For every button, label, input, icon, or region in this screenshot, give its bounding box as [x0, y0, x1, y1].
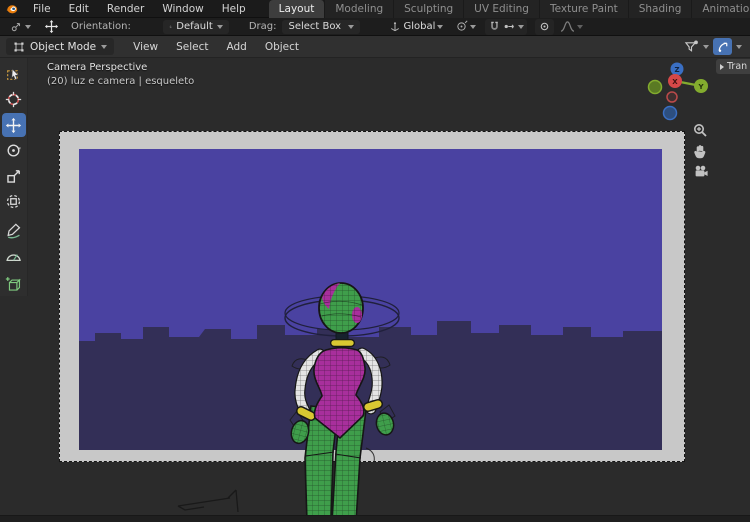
- orientation-value: Default: [176, 21, 213, 32]
- svg-text:Y: Y: [697, 83, 704, 91]
- add-menu[interactable]: Add: [217, 41, 255, 53]
- pan-hand-icon[interactable]: [692, 143, 708, 159]
- workspace-tab-layout[interactable]: Layout: [269, 0, 326, 18]
- blender-window: File Edit Render Window Help Layout Mode…: [0, 0, 750, 522]
- gizmos-icon: [717, 41, 729, 53]
- viewport-header-right: [684, 38, 750, 55]
- drag-value: Select Box: [288, 21, 344, 32]
- menu-edit[interactable]: Edit: [60, 0, 98, 18]
- drag-label: Drag:: [249, 21, 277, 32]
- workspace-tab-animation[interactable]: Animation: [692, 0, 750, 18]
- blender-logo-icon: [5, 2, 18, 15]
- global-axes-icon: [389, 21, 401, 33]
- chevron-down-icon: [101, 45, 107, 49]
- transform-orientation-value: Global: [403, 21, 435, 32]
- gizmos-toggle-button[interactable]: [713, 38, 732, 55]
- menu-help[interactable]: Help: [213, 0, 255, 18]
- proportional-editing-group: [535, 19, 554, 35]
- axes-icon: [169, 21, 172, 32]
- tool-settings-bar: Orientation: Default Drag: Select Box Gl…: [0, 18, 750, 36]
- navigation-gizmo: Z X Y: [640, 55, 720, 130]
- scene-collection-label: (20) luz e camera | esqueleto: [47, 76, 194, 87]
- move-gizmo-icon[interactable]: [44, 19, 59, 34]
- menu-file[interactable]: File: [24, 0, 60, 18]
- object-mode-icon: [13, 41, 25, 53]
- snapping-group: [485, 19, 527, 35]
- sidebar-tab-label: Tran: [727, 59, 747, 74]
- chevron-down-icon: [25, 25, 31, 29]
- workspace-tab-texture-paint[interactable]: Texture Paint: [540, 0, 629, 18]
- top-menubar: File Edit Render Window Help Layout Mode…: [0, 0, 750, 18]
- chevron-down-icon: [437, 25, 443, 29]
- transform-orientation-dropdown[interactable]: Global: [386, 19, 446, 35]
- zoom-control-icon[interactable]: [692, 122, 708, 138]
- workspace-tab-shading[interactable]: Shading: [629, 0, 693, 18]
- chevron-down-icon: [217, 25, 223, 29]
- character-head: [319, 283, 363, 333]
- select-menu[interactable]: Select: [167, 41, 217, 53]
- viewport-header: Object Mode View Select Add Object: [0, 36, 750, 58]
- active-tool-options-dropdown[interactable]: [6, 19, 34, 35]
- svg-text:Z: Z: [674, 66, 679, 74]
- chevron-down-icon: [518, 25, 524, 29]
- sidebar-tab-transform[interactable]: Tran: [716, 59, 750, 74]
- pivot-point-dropdown[interactable]: [452, 19, 479, 35]
- orientation-dropdown[interactable]: Default: [163, 20, 229, 34]
- menu-render[interactable]: Render: [98, 0, 153, 18]
- orientation-label: Orientation:: [71, 21, 131, 32]
- workspace-tab-uv-editing[interactable]: UV Editing: [464, 0, 540, 18]
- gizmo-axis-y-negative[interactable]: [649, 81, 662, 94]
- workspace-tab-modeling[interactable]: Modeling: [325, 0, 394, 18]
- camera-view-icon[interactable]: [693, 164, 709, 180]
- chevron-down-icon: [577, 25, 583, 29]
- chevron-down-icon: [470, 25, 476, 29]
- character-model[interactable]: [270, 273, 410, 522]
- active-tool-icon: [9, 20, 23, 34]
- gizmo-axis-x-negative[interactable]: [667, 92, 677, 102]
- view-name-label: Camera Perspective: [47, 62, 147, 73]
- snap-target-icon[interactable]: [503, 20, 516, 33]
- gizmo-axis-z-negative[interactable]: [664, 107, 677, 120]
- snap-magnet-icon[interactable]: [488, 20, 501, 33]
- pivot-point-icon: [455, 20, 468, 33]
- filter-icon[interactable]: [684, 39, 699, 54]
- menu-window[interactable]: Window: [153, 0, 212, 18]
- mode-value: Object Mode: [30, 41, 96, 53]
- editor-bottom-edge: [0, 515, 750, 522]
- svg-text:X: X: [672, 78, 678, 86]
- collapse-arrow-icon: [720, 64, 724, 70]
- workspace-tab-sculpting[interactable]: Sculpting: [394, 0, 464, 18]
- object-menu[interactable]: Object: [256, 41, 308, 53]
- view-menu[interactable]: View: [124, 41, 167, 53]
- mode-dropdown[interactable]: Object Mode: [6, 38, 114, 55]
- gizmo-axis-z[interactable]: Z: [671, 63, 684, 76]
- workspace-tabs: Layout Modeling Sculpting UV Editing Tex…: [269, 0, 750, 18]
- chevron-down-icon: [736, 45, 742, 49]
- drag-dropdown[interactable]: Select Box: [282, 20, 360, 34]
- gizmo-axis-y[interactable]: Y: [694, 79, 708, 93]
- falloff-curve-icon[interactable]: [560, 20, 575, 33]
- gizmo-axis-x[interactable]: X: [668, 74, 682, 88]
- chevron-down-icon: [703, 45, 709, 49]
- proportional-editing-icon[interactable]: [538, 20, 551, 33]
- chevron-down-icon: [348, 25, 354, 29]
- background-object-wireframe: [170, 485, 255, 517]
